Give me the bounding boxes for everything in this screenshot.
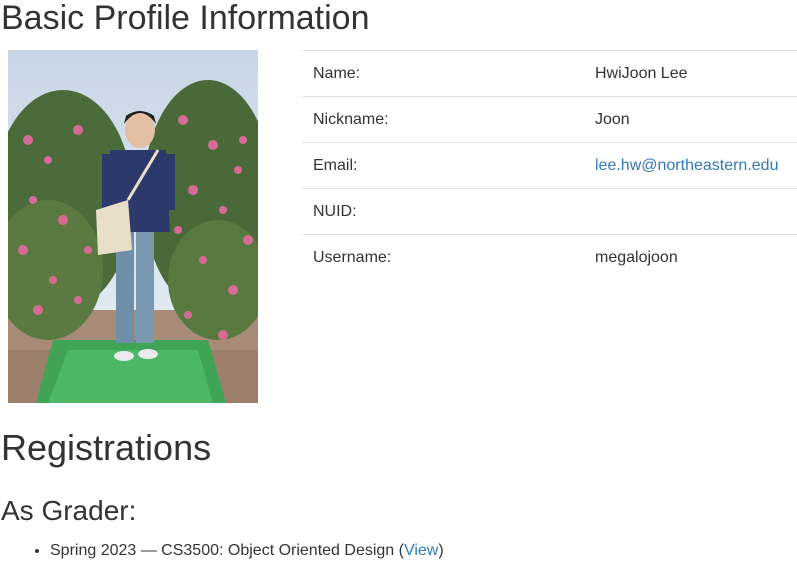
nuid-value: [585, 188, 797, 235]
table-row: NUID:: [303, 188, 797, 235]
table-row: Username: megalojoon: [303, 234, 797, 280]
registrations-heading: Registrations: [1, 427, 212, 468]
table-row: Nickname: Joon: [303, 96, 797, 143]
list-item: Spring 2023 — CS3500: Object Oriented De…: [50, 540, 444, 562]
grader-heading: As Grader:: [1, 495, 137, 526]
registration-text: Spring 2023 — CS3500: Object Oriented De…: [50, 542, 404, 559]
email-cell: lee.hw@northeastern.edu: [585, 142, 797, 189]
nickname-value: Joon: [585, 96, 797, 143]
nuid-label: NUID:: [303, 188, 585, 235]
registration-suffix: ): [438, 542, 444, 559]
profile-info-table: Name: HwiJoon Lee Nickname: Joon Email: …: [303, 50, 797, 280]
table-row: Name: HwiJoon Lee: [303, 50, 797, 97]
nickname-label: Nickname:: [303, 96, 585, 143]
username-label: Username:: [303, 234, 585, 280]
email-label: Email:: [303, 142, 585, 189]
table-row: Email: lee.hw@northeastern.edu: [303, 142, 797, 189]
profile-photo: [8, 50, 258, 403]
name-value: HwiJoon Lee: [585, 50, 797, 97]
grader-registration-list: Spring 2023 — CS3500: Object Oriented De…: [0, 540, 444, 562]
email-link[interactable]: lee.hw@northeastern.edu: [595, 157, 778, 174]
page-title: Basic Profile Information: [1, 0, 370, 37]
username-value: megalojoon: [585, 234, 797, 280]
view-link[interactable]: View: [404, 542, 438, 559]
name-label: Name:: [303, 50, 585, 97]
